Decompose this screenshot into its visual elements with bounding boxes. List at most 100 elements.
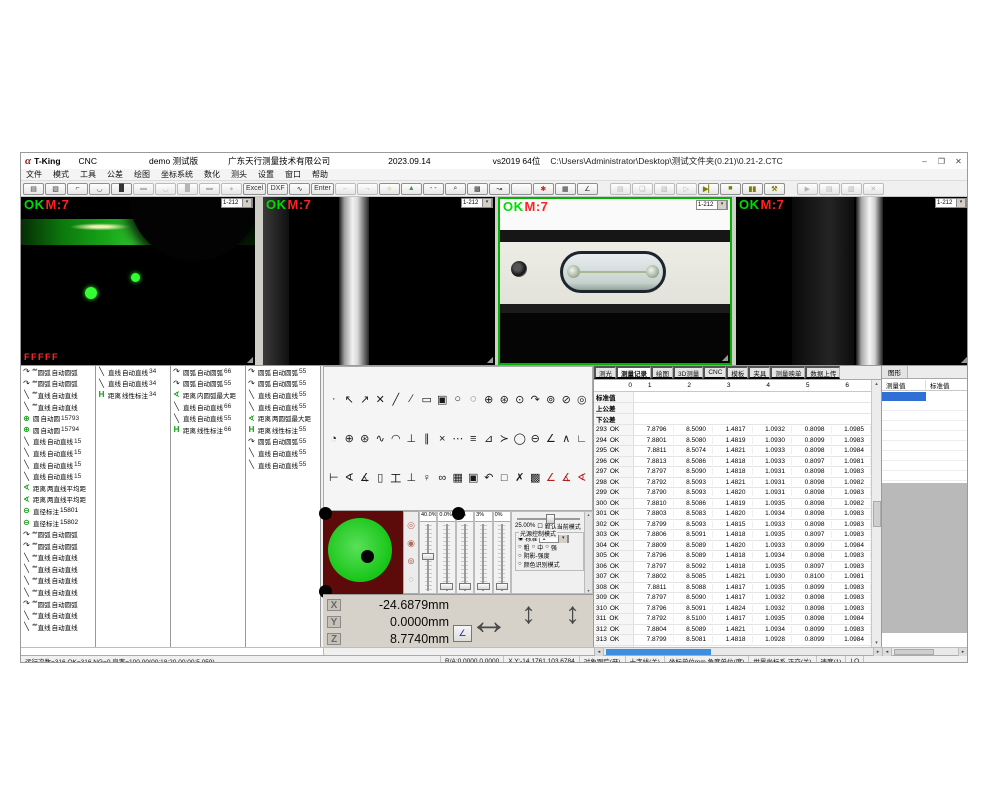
dxf-button[interactable]: DXF — [267, 183, 288, 195]
feature-item[interactable]: ╲ *** 直线 自动直线 — [21, 575, 95, 587]
circle-fit-tool-icon[interactable]: ◯ — [512, 431, 528, 447]
table-row[interactable]: 295OK 7.8811 8.5074 1.4821 1.0933 0.8098… — [594, 446, 871, 457]
hammer-button[interactable]: ⚒ — [764, 183, 785, 195]
feature-item[interactable]: ╲ 直线 自动直线 15 — [21, 459, 95, 471]
chevron-down-icon[interactable]: ▾ — [717, 200, 727, 210]
ellipse-tool-icon[interactable]: ◔ — [326, 431, 342, 447]
jog-z-icon[interactable]: ↕ — [565, 597, 580, 631]
feature-item[interactable]: ╲ 直线 自动直线 55 — [246, 401, 320, 413]
table-tab[interactable]: 3D测量 — [673, 366, 703, 379]
image-button[interactable]: ▲ — [401, 183, 422, 195]
table-row[interactable]: 310OK 7.8796 8.5091 1.4824 1.0932 0.8098… — [594, 604, 871, 615]
cut-button[interactable]: ✕ — [863, 183, 884, 195]
intersection-tool-icon[interactable]: × — [435, 431, 451, 447]
table-tab[interactable]: 数据上传 — [805, 366, 840, 379]
column-header[interactable]: 5 — [792, 382, 832, 389]
mode-coarse-label[interactable]: 粗 — [524, 543, 530, 552]
feature-item[interactable]: ╲ *** 直线 自动直线 — [21, 609, 95, 621]
chevron-down-icon[interactable]: ▾ — [558, 535, 568, 544]
graphics-tab[interactable]: 图形 — [882, 366, 908, 378]
height-dim-tool-icon[interactable]: ▯ — [373, 470, 389, 486]
select-tool-icon[interactable]: ↖ — [342, 391, 358, 407]
chevron-down-icon[interactable]: ▾ — [956, 198, 966, 208]
table-row[interactable]: 296OK 7.8813 8.5086 1.4818 1.0933 0.8097… — [594, 457, 871, 468]
table-row[interactable]: 312OK 7.8804 8.5089 1.4821 1.0934 0.8099… — [594, 625, 871, 636]
cross-tool-icon[interactable]: ✕ — [373, 391, 389, 407]
radio-off-icon[interactable]: ○ — [532, 544, 536, 550]
right-angle-tool-icon[interactable]: ∟ — [574, 431, 590, 447]
table-row[interactable]: 311OK 7.8792 8.5100 1.4817 1.0935 0.8098… — [594, 614, 871, 625]
open-2-button[interactable]: ▧ — [654, 183, 675, 195]
delete-tool-icon[interactable]: ✗ — [512, 470, 528, 486]
feature-item[interactable]: ↷ *** 圆弧 自动圆弧 — [21, 528, 95, 540]
spec-row[interactable]: 下公差 — [594, 414, 871, 425]
feature-item[interactable]: ↷ 圆弧 自动圆弧 55 — [171, 378, 245, 390]
datum-tool-icon[interactable]: ⊥ — [404, 470, 420, 486]
table-row[interactable]: 298OK 7.8792 8.5093 1.4821 1.0931 0.8098… — [594, 478, 871, 489]
point-set-tool-icon[interactable]: ⋯ — [450, 431, 466, 447]
table-row[interactable]: 308OK 7.8811 8.5088 1.4817 1.0935 0.8099… — [594, 583, 871, 594]
mode-shadow-label[interactable]: 阴影-强度 — [524, 552, 550, 561]
light-slider[interactable]: 40.0% — [419, 511, 437, 594]
selected-row-highlight[interactable] — [882, 392, 926, 401]
save-button[interactable]: ▤ — [23, 183, 44, 195]
open-3-button[interactable]: ▧ — [841, 183, 862, 195]
column-header[interactable]: 1 — [634, 382, 674, 389]
camera-magnification-dropdown[interactable]: 1-212▾ — [696, 200, 728, 210]
play-button[interactable]: ▷ — [676, 183, 697, 195]
probe-tool-button[interactable]: ⌐ — [67, 183, 88, 195]
i-beam-tool-icon[interactable]: 工 — [388, 470, 404, 486]
parallel-tool-icon[interactable]: ∥ — [419, 431, 435, 447]
scrollbar-thumb[interactable] — [606, 649, 711, 655]
toolbar-gap-2[interactable] — [786, 183, 796, 195]
feature-item[interactable]: H 距离 线性标注 34 — [96, 389, 170, 401]
scroll-left-icon[interactable]: ◂ — [883, 648, 892, 656]
scrollbar-thumb[interactable] — [873, 501, 881, 527]
dither-button[interactable]: ▦ — [555, 183, 576, 195]
save-3-button[interactable]: ▤ — [819, 183, 840, 195]
feature-item[interactable]: ↷ 圆弧 自动圆弧 66 — [171, 366, 245, 378]
perpendicular-tool-icon[interactable]: ⊥ — [404, 431, 420, 447]
blank-button[interactable] — [511, 183, 532, 195]
feature-item[interactable]: ⊖ 直径标注 15801 — [21, 505, 95, 517]
slider-thumb[interactable] — [422, 553, 434, 560]
table-row[interactable]: 309OK 7.8797 8.5090 1.4817 1.0932 0.8098… — [594, 593, 871, 604]
angle-red-2-tool-icon[interactable]: ∡ — [559, 470, 575, 486]
link-tool-icon[interactable]: ∞ — [435, 470, 451, 486]
minimize-button[interactable]: – — [916, 154, 933, 168]
lasso-button[interactable]: ↝ — [489, 183, 510, 195]
stop-button[interactable]: ■ — [720, 183, 741, 195]
minus-minus-button[interactable]: - - — [423, 183, 444, 195]
angle-red-tool-icon[interactable]: ∠ — [543, 470, 559, 486]
table-tab[interactable]: 测量映单 — [770, 366, 805, 379]
menu-item[interactable]: 窗口 — [285, 169, 301, 180]
circle-cross-tool-icon[interactable]: ⊕ — [481, 391, 497, 407]
options-scrollbar[interactable]: ▴ ▾ — [584, 512, 592, 593]
resize-handle-icon[interactable]: ◢ — [247, 355, 253, 364]
rect-tool-icon[interactable]: ▭ — [419, 391, 435, 407]
feature-item[interactable]: ╲ *** 直线 自动直线 — [21, 401, 95, 413]
camera-view-3-active[interactable]: OKM:7 1-212▾ ◢ — [498, 197, 732, 365]
light-slider[interactable]: 0.0% — [437, 511, 455, 594]
star-button[interactable]: ✱ — [533, 183, 554, 195]
line-tool-icon[interactable]: ╱ — [388, 391, 404, 407]
table-horizontal-scrollbar[interactable]: ◂ ▸ — [595, 648, 883, 655]
jog-arrows[interactable]: ↔ ↕ ↕ — [469, 611, 507, 636]
point-tool-icon[interactable]: · — [326, 391, 342, 407]
feature-item[interactable]: ↷ *** 圆弧 自动圆弧 — [21, 366, 95, 378]
feature-item[interactable]: ⊕ 圆 自动圆 15793 — [21, 412, 95, 424]
scrollbar-thumb[interactable] — [894, 649, 934, 655]
circle-grid-tool-icon[interactable]: ⊛ — [357, 431, 373, 447]
excel-button[interactable]: Excel — [243, 183, 266, 195]
spec-row[interactable]: 上公差 — [594, 403, 871, 414]
slider-thumb[interactable] — [477, 583, 489, 590]
arc-tool-icon[interactable]: ↷ — [528, 391, 544, 407]
table-row[interactable]: 305OK 7.8796 8.5089 1.4818 1.0934 0.8098… — [594, 551, 871, 562]
table-row[interactable]: 306OK 7.8797 8.5092 1.4818 1.0935 0.8097… — [594, 562, 871, 573]
line-set-tool-icon[interactable]: ≡ — [466, 431, 482, 447]
scroll-right-icon[interactable]: ▸ — [873, 648, 882, 656]
taper-tool-icon[interactable]: ≻ — [497, 431, 513, 447]
vertex-tool-icon[interactable]: ∧ — [559, 431, 575, 447]
feature-item[interactable]: ∢ 距离 两圆弧最大距 — [246, 412, 320, 424]
feature-item[interactable]: ↷ 圆弧 自动圆弧 55 — [246, 378, 320, 390]
